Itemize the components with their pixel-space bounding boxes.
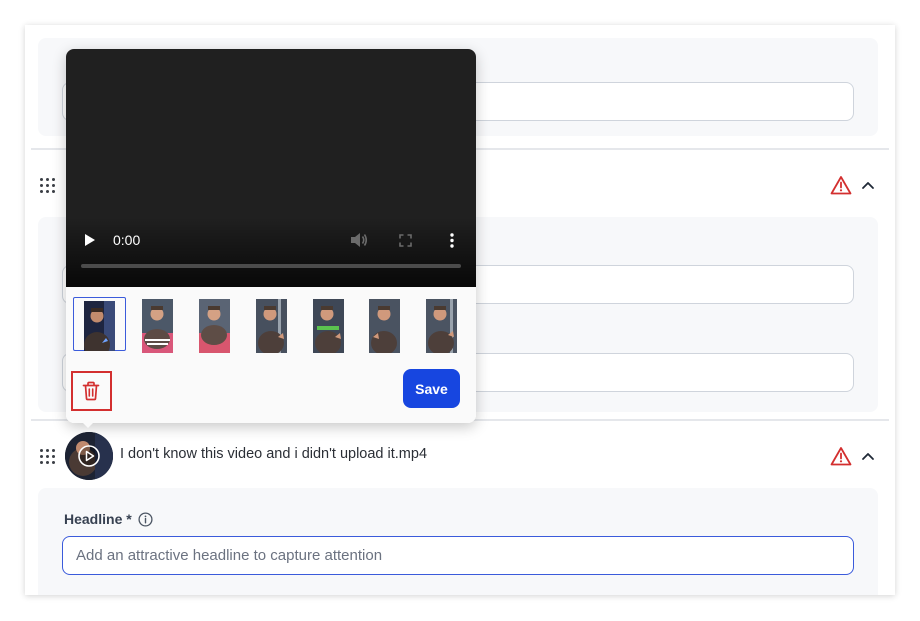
popover-caret [81,421,95,428]
thumbnail-picker-popover: 0:00 Save [66,49,476,428]
info-icon[interactable] [138,512,153,527]
warning-triangle-icon [830,176,852,195]
trash-icon [82,381,100,401]
chevron-up-icon[interactable] [861,449,875,463]
thumbnail-frame[interactable] [142,299,173,353]
delete-button[interactable] [71,371,112,411]
popover-actions: Save [66,357,476,423]
fullscreen-icon[interactable] [399,234,412,247]
play-icon [78,445,100,467]
thumbnail-frame[interactable] [426,299,457,353]
video-progress-bar[interactable] [81,264,461,268]
play-icon[interactable] [84,233,96,247]
thumbnail-frame[interactable] [84,301,115,351]
chevron-up-icon[interactable] [861,178,875,192]
thumbnail-frame[interactable] [256,299,287,353]
video-file-name: I don't know this video and i didn't upl… [120,446,428,462]
thumbnail-frame[interactable] [313,299,344,353]
headline-label: Headline * [64,511,132,527]
video-player[interactable]: 0:00 [66,49,476,287]
drag-handle-icon[interactable] [40,178,56,194]
warning-triangle-icon [830,447,852,466]
thumbnail-frames-strip [66,287,476,357]
video-controls-gradient [66,217,476,287]
headline-input[interactable] [62,536,854,575]
more-vertical-icon[interactable] [449,233,455,248]
thumbnail-frame[interactable] [369,299,400,353]
thumbnail-frame[interactable] [199,299,230,353]
video-time: 0:00 [113,232,141,248]
video-thumbnail[interactable] [65,432,113,480]
drag-handle-icon[interactable] [40,449,56,465]
save-button[interactable]: Save [403,369,460,408]
volume-icon[interactable] [350,232,368,248]
